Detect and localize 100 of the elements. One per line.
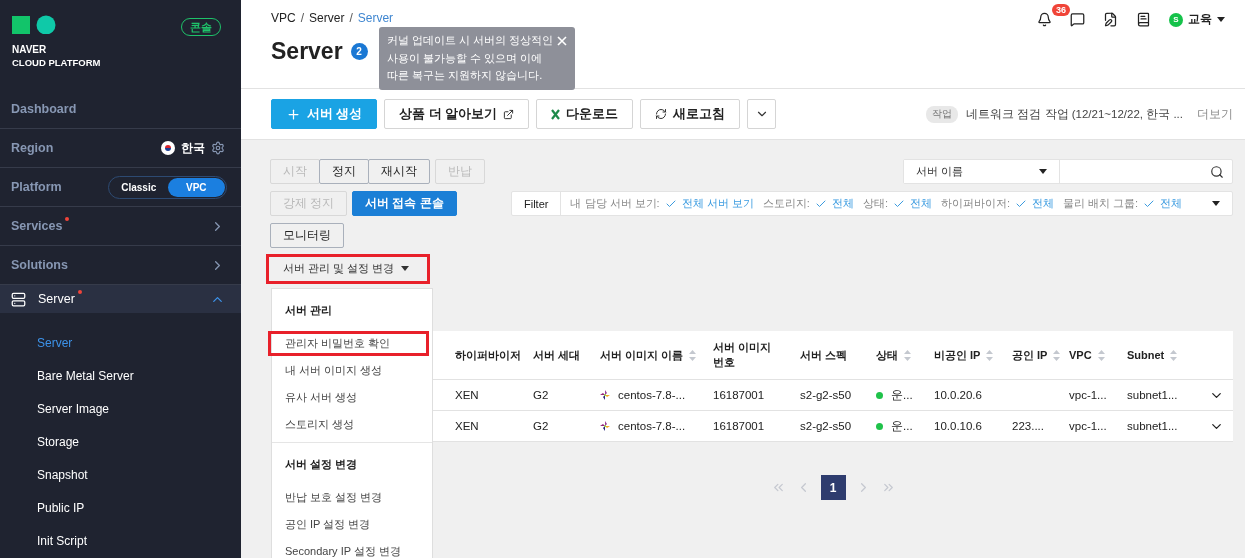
column-header: 서버 이미지 이름 [592,331,705,379]
toolbar-button[interactable]: 상품 더 알아보기 [384,99,530,129]
table-cell: s2-g2-s50 [800,420,852,432]
x-mark-icon [551,108,561,120]
sort-icon[interactable] [986,349,994,361]
book-button[interactable] [1136,12,1151,27]
menu-item[interactable]: 내 서버 이미지 생성 [272,357,432,384]
column-header: 서버 세대 [532,347,582,363]
nav-subitem[interactable]: Storage [0,425,241,458]
pinwheel-icon [600,390,610,400]
breadcrumb-link[interactable]: Server [357,11,394,25]
column-header: 상태 [868,331,926,379]
toolbar-button[interactable]: 새로고침 [640,99,741,129]
breadcrumb-separator: / [300,11,305,25]
toolbar-button[interactable]: 다운로드 [536,99,634,129]
settings-icon[interactable] [211,141,225,155]
logo-text: CLOUD PLATFORM [12,57,101,68]
column-header: Subnet [1119,331,1195,379]
notice-text: 네트워크 점검 작업 (12/21~12/22, 한국 ... [966,106,1183,122]
caret-icon [1217,17,1225,22]
nav-link[interactable]: Services [11,219,63,233]
user-avatar: S [1169,12,1183,27]
page-button[interactable]: 1 [820,475,846,500]
menu-section-title: 서버 설정 변경 [284,457,359,472]
table-cell: 223.... [1012,420,1044,432]
sort-icon[interactable] [904,349,911,361]
server-icon [11,291,26,307]
platform-option[interactable]: VPC [167,177,225,197]
menu-item[interactable]: 유사 서버 생성 [272,384,432,411]
logo-icon [12,15,56,34]
menu-item[interactable]: 공인 IP 설정 변경 [272,511,432,538]
nav-subitem[interactable]: Server [0,326,241,359]
table-cell: vpc-1... [1069,389,1107,401]
external-link-icon [503,108,515,120]
table-cell: G2 [533,420,549,432]
filter-chip[interactable]: 하이퍼바이저: 전체 [931,196,1054,211]
nav-subitem[interactable]: Server Image [0,392,241,425]
more-link[interactable]: 더보기 [1197,106,1233,122]
nav-section-header[interactable]: Server [0,285,241,313]
table-cell: subnet1... [1127,420,1178,432]
flag-icon [161,141,175,155]
nav-link[interactable]: Dashboard [11,102,77,116]
table-cell: subnet1... [1127,389,1178,401]
sort-icon[interactable] [1053,349,1061,361]
caret-icon [1212,201,1220,206]
nav-subitem[interactable]: Public IP [0,491,241,524]
nav-subitem[interactable]: Bare Metal Server [0,359,241,392]
user-menu-button[interactable]: S 교육 [1169,12,1225,27]
filter-chip[interactable]: 스토리지: 전체 [753,196,854,211]
action-button[interactable]: 재시작 [368,159,430,184]
table-cell: XEN [455,389,479,401]
count-badge: 2 [350,43,368,60]
action-button[interactable]: 서버 접속 콘솔 [352,191,457,216]
table-cell: centos-7.8-... [618,420,686,432]
table-cell: s2-g2-s50 [800,389,852,401]
column-header: 비공인 IP [926,331,1004,379]
plus-icon [286,106,301,122]
breadcrumb-separator: / [349,11,353,25]
edit-button[interactable] [1103,12,1118,27]
sort-icon[interactable] [1097,349,1105,361]
notice-tag: 작업 [926,105,959,123]
more-button[interactable] [747,99,777,129]
chat-button[interactable] [1070,12,1085,27]
filter-chip[interactable]: 상태: 전체 [853,196,932,211]
table-cell: 운... [891,418,913,434]
filter-chip[interactable]: 물리 배치 그룹: 전체 [1054,196,1183,211]
nav-label: Platform [11,180,62,194]
table-cell: 10.0.10.6 [934,420,982,432]
table-cell: 16187001 [713,420,765,432]
menu-item[interactable]: Secondary IP 설정 변경 [272,538,432,558]
refresh-icon [655,108,668,120]
logo-text: NAVER [12,44,48,55]
column-header: 서버 스펙 [799,347,849,363]
caret-icon [401,266,409,271]
column-header: 서버 이미지 번호 [712,340,773,370]
column-header: VPC [1061,331,1119,379]
breadcrumb-link[interactable]: VPC [271,11,296,25]
close-button[interactable] [557,36,567,48]
page-title: Server [271,38,343,65]
table-cell: centos-7.8-... [618,389,686,401]
table-cell: XEN [455,420,479,432]
sort-icon[interactable] [1170,349,1178,361]
notifications-button[interactable] [1037,12,1052,27]
menu-item[interactable]: 스토리지 생성 [272,411,432,438]
action-button[interactable]: 정지 [319,159,369,184]
nav-subitem[interactable]: Snapshot [0,458,241,491]
nav-label: Region [11,141,54,155]
table-cell: 16187001 [713,389,765,401]
sort-icon[interactable] [689,349,697,361]
breadcrumb-link[interactable]: Server [309,11,345,25]
table-cell: vpc-1... [1069,420,1107,432]
tooltip-text: 커널 업데이트 시 서버의 정상적인 사용이 불가능할 수 있으며 이에 따른 복구는 지원하지 않습니다. [387,33,554,83]
nav-link[interactable]: Solutions [11,258,68,272]
menu-section-title: 서버 관리 [284,303,334,318]
nav-subitem[interactable]: Init Script [0,524,241,557]
menu-item[interactable]: 반납 보호 설정 변경 [272,484,432,511]
filter-chip[interactable]: 내 담당 서버 보기: 전체 서버 보기 [561,196,754,211]
action-button[interactable]: 모니터링 [270,223,344,248]
platform-option[interactable]: Classic [110,177,168,197]
menu-item[interactable]: 관리자 비밀번호 확인 [272,330,432,357]
